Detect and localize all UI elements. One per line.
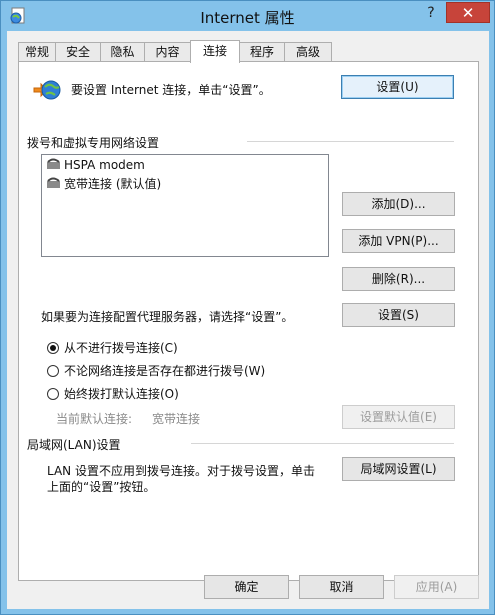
help-button[interactable]: ? [420,3,442,23]
title-bar[interactable]: Internet 属性 ? ✕ [1,1,494,31]
internet-options-window: Internet 属性 ? ✕ 常规 安全 隐私 内容 连接 程序 高级 要设置… [0,0,495,615]
connections-panel: 要设置 Internet 连接，单击“设置”。 设置(U) 拨号和虚拟专用网络设… [18,61,479,581]
add-button[interactable]: 添加(D)... [342,192,455,216]
lan-settings-button[interactable]: 局域网设置(L) [342,457,455,481]
tab-programs[interactable]: 程序 [239,42,285,62]
connection-list[interactable]: HSPA modem 宽带连接 (默认值) [41,154,329,257]
close-icon: ✕ [461,4,475,22]
current-default-value: 宽带连接 [152,412,201,426]
lan-group-label: 局域网(LAN)设置 [27,438,121,452]
apply-button[interactable]: 应用(A) [394,575,479,599]
radio-always-dial[interactable]: 始终拨打默认连接(O) [47,385,179,403]
add-vpn-button[interactable]: 添加 VPN(P)... [342,229,455,253]
list-item-label: HSPA modem [64,158,145,172]
radio-indicator [47,342,59,354]
dialup-group-label: 拨号和虚拟专用网络设置 [27,136,160,150]
group-divider [191,443,454,444]
lan-text-line1: LAN 设置不应用到拨号连接。对于拨号设置，单击 [47,464,315,478]
set-default-button[interactable]: 设置默认值(E) [342,405,455,429]
tab-connections[interactable]: 连接 [190,40,240,63]
tab-privacy[interactable]: 隐私 [100,42,145,62]
globe-arrow-icon [33,77,61,101]
tab-content[interactable]: 内容 [144,42,191,62]
lan-text-line2: 上面的“设置”按钮。 [47,480,156,494]
group-divider [247,141,454,142]
dialog-client: 常规 安全 隐私 内容 连接 程序 高级 要设置 Internet 连接，单击“… [7,31,489,609]
radio-dial-whenever[interactable]: 不论网络连接是否存在都进行拨号(W) [47,362,265,380]
radio-never-dial[interactable]: 从不进行拨号连接(C) [47,339,178,357]
ok-button[interactable]: 确定 [204,575,289,599]
tab-advanced[interactable]: 高级 [284,42,332,62]
proxy-text: 如果要为连接配置代理服务器，请选择“设置”。 [41,310,294,324]
cancel-button[interactable]: 取消 [299,575,384,599]
tab-security[interactable]: 安全 [55,42,101,62]
proxy-settings-button[interactable]: 设置(S) [342,303,455,327]
tab-general[interactable]: 常规 [18,42,56,62]
list-item-label: 宽带连接 (默认值) [64,177,162,191]
list-item[interactable]: 宽带连接 (默认值) [46,175,161,191]
delete-button[interactable]: 删除(R)... [342,267,455,291]
close-button[interactable]: ✕ [446,2,490,23]
phone-icon [46,177,64,192]
setup-button[interactable]: 设置(U) [341,75,454,99]
setup-text: 要设置 Internet 连接，单击“设置”。 [71,83,271,97]
list-item[interactable]: HSPA modem [46,158,145,174]
phone-icon [46,158,64,173]
radio-indicator [47,388,59,400]
current-default-label: 当前默认连接: [56,412,133,426]
radio-indicator [47,365,59,377]
